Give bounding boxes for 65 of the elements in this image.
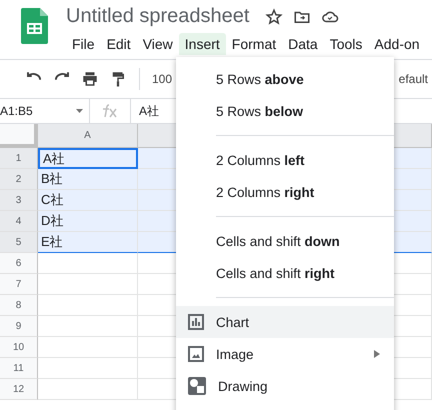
image-icon <box>188 346 204 362</box>
name-box-value: A1:B5 <box>0 104 33 118</box>
table-cell[interactable]: B社 <box>38 169 138 190</box>
menu-tab[interactable]: Insert <box>178 33 226 55</box>
row-header[interactable]: 9 <box>0 316 38 337</box>
caret-icon <box>76 109 83 113</box>
menu-item-label: Image <box>216 346 255 362</box>
table-cell[interactable] <box>38 358 138 379</box>
menu-item-label: Cells and shift down <box>216 234 341 248</box>
menu-item-label: Cells and shift right <box>216 266 336 280</box>
menu-item[interactable]: 5 Rows below <box>176 95 394 127</box>
menu-item[interactable]: Chart <box>176 306 394 338</box>
shapes-icon <box>188 377 206 395</box>
row-header[interactable]: 1 <box>0 148 38 169</box>
row-header[interactable]: 3 <box>0 190 38 211</box>
table-cell[interactable]: D社 <box>38 211 138 232</box>
formula-input[interactable]: A社 <box>131 102 160 120</box>
column-header[interactable]: A <box>38 124 138 148</box>
menu-tab[interactable]: Add-on <box>368 33 426 55</box>
table-cell[interactable] <box>38 316 138 337</box>
menu-item-label: 5 Rows below <box>216 104 304 118</box>
select-all-corner[interactable] <box>0 124 38 148</box>
table-cell[interactable] <box>38 274 138 295</box>
row-header[interactable]: 4 <box>0 211 38 232</box>
table-cell[interactable] <box>38 337 138 358</box>
font-select[interactable]: efault <box>398 72 428 86</box>
table-cell[interactable]: C社 <box>38 190 138 211</box>
menu-item[interactable]: 2 Columns left <box>176 144 394 176</box>
row-header[interactable]: 10 <box>0 337 38 358</box>
menu-item-label: Chart <box>216 314 250 330</box>
row-header[interactable]: 2 <box>0 169 38 190</box>
menu-tab[interactable]: Edit <box>100 33 137 55</box>
table-cell[interactable] <box>38 379 138 400</box>
table-cell[interactable]: A社 <box>38 148 138 169</box>
row-header[interactable]: 12 <box>0 379 38 400</box>
row-header[interactable]: 11 <box>0 358 38 379</box>
zoom-select[interactable]: 100 <box>152 72 172 86</box>
table-cell[interactable]: E社 <box>38 232 138 253</box>
name-box[interactable]: A1:B5 <box>0 99 90 123</box>
row-header[interactable]: 6 <box>0 253 38 274</box>
menu-item-label: 2 Columns left <box>216 152 306 168</box>
menu-item[interactable]: Image <box>176 338 394 370</box>
table-cell[interactable] <box>38 253 138 274</box>
chart-icon <box>188 314 204 330</box>
menu-tab[interactable]: Format <box>226 33 282 55</box>
menu-tab[interactable]: Tools <box>324 33 368 55</box>
menu-tab[interactable]: Data <box>282 33 324 55</box>
menu-item[interactable]: Drawing <box>176 370 394 402</box>
menu-item[interactable]: Cells and shift down <box>176 225 394 257</box>
star-icon[interactable] <box>265 8 284 26</box>
menu-item-label: 5 Rows above <box>216 72 305 86</box>
sheets-logo-icon[interactable] <box>20 8 48 44</box>
row-header[interactable]: 7 <box>0 274 38 295</box>
menu-item-label: 2 Columns right <box>216 184 316 200</box>
print-icon[interactable] <box>81 70 99 88</box>
menu-item[interactable]: 5 Rows above <box>176 63 394 95</box>
menu-item[interactable]: 2 Columns right <box>176 176 394 208</box>
document-title[interactable]: Untitled spreadsheet <box>66 5 250 28</box>
table-cell[interactable] <box>38 295 138 316</box>
menu-item-label: Drawing <box>218 378 269 394</box>
row-header[interactable]: 5 <box>0 232 38 253</box>
row-header[interactable]: 8 <box>0 295 38 316</box>
menu-item[interactable]: Cells and shift right <box>176 257 394 289</box>
menu-tab[interactable]: View <box>136 33 179 55</box>
menu-tab[interactable]: File <box>66 33 101 55</box>
